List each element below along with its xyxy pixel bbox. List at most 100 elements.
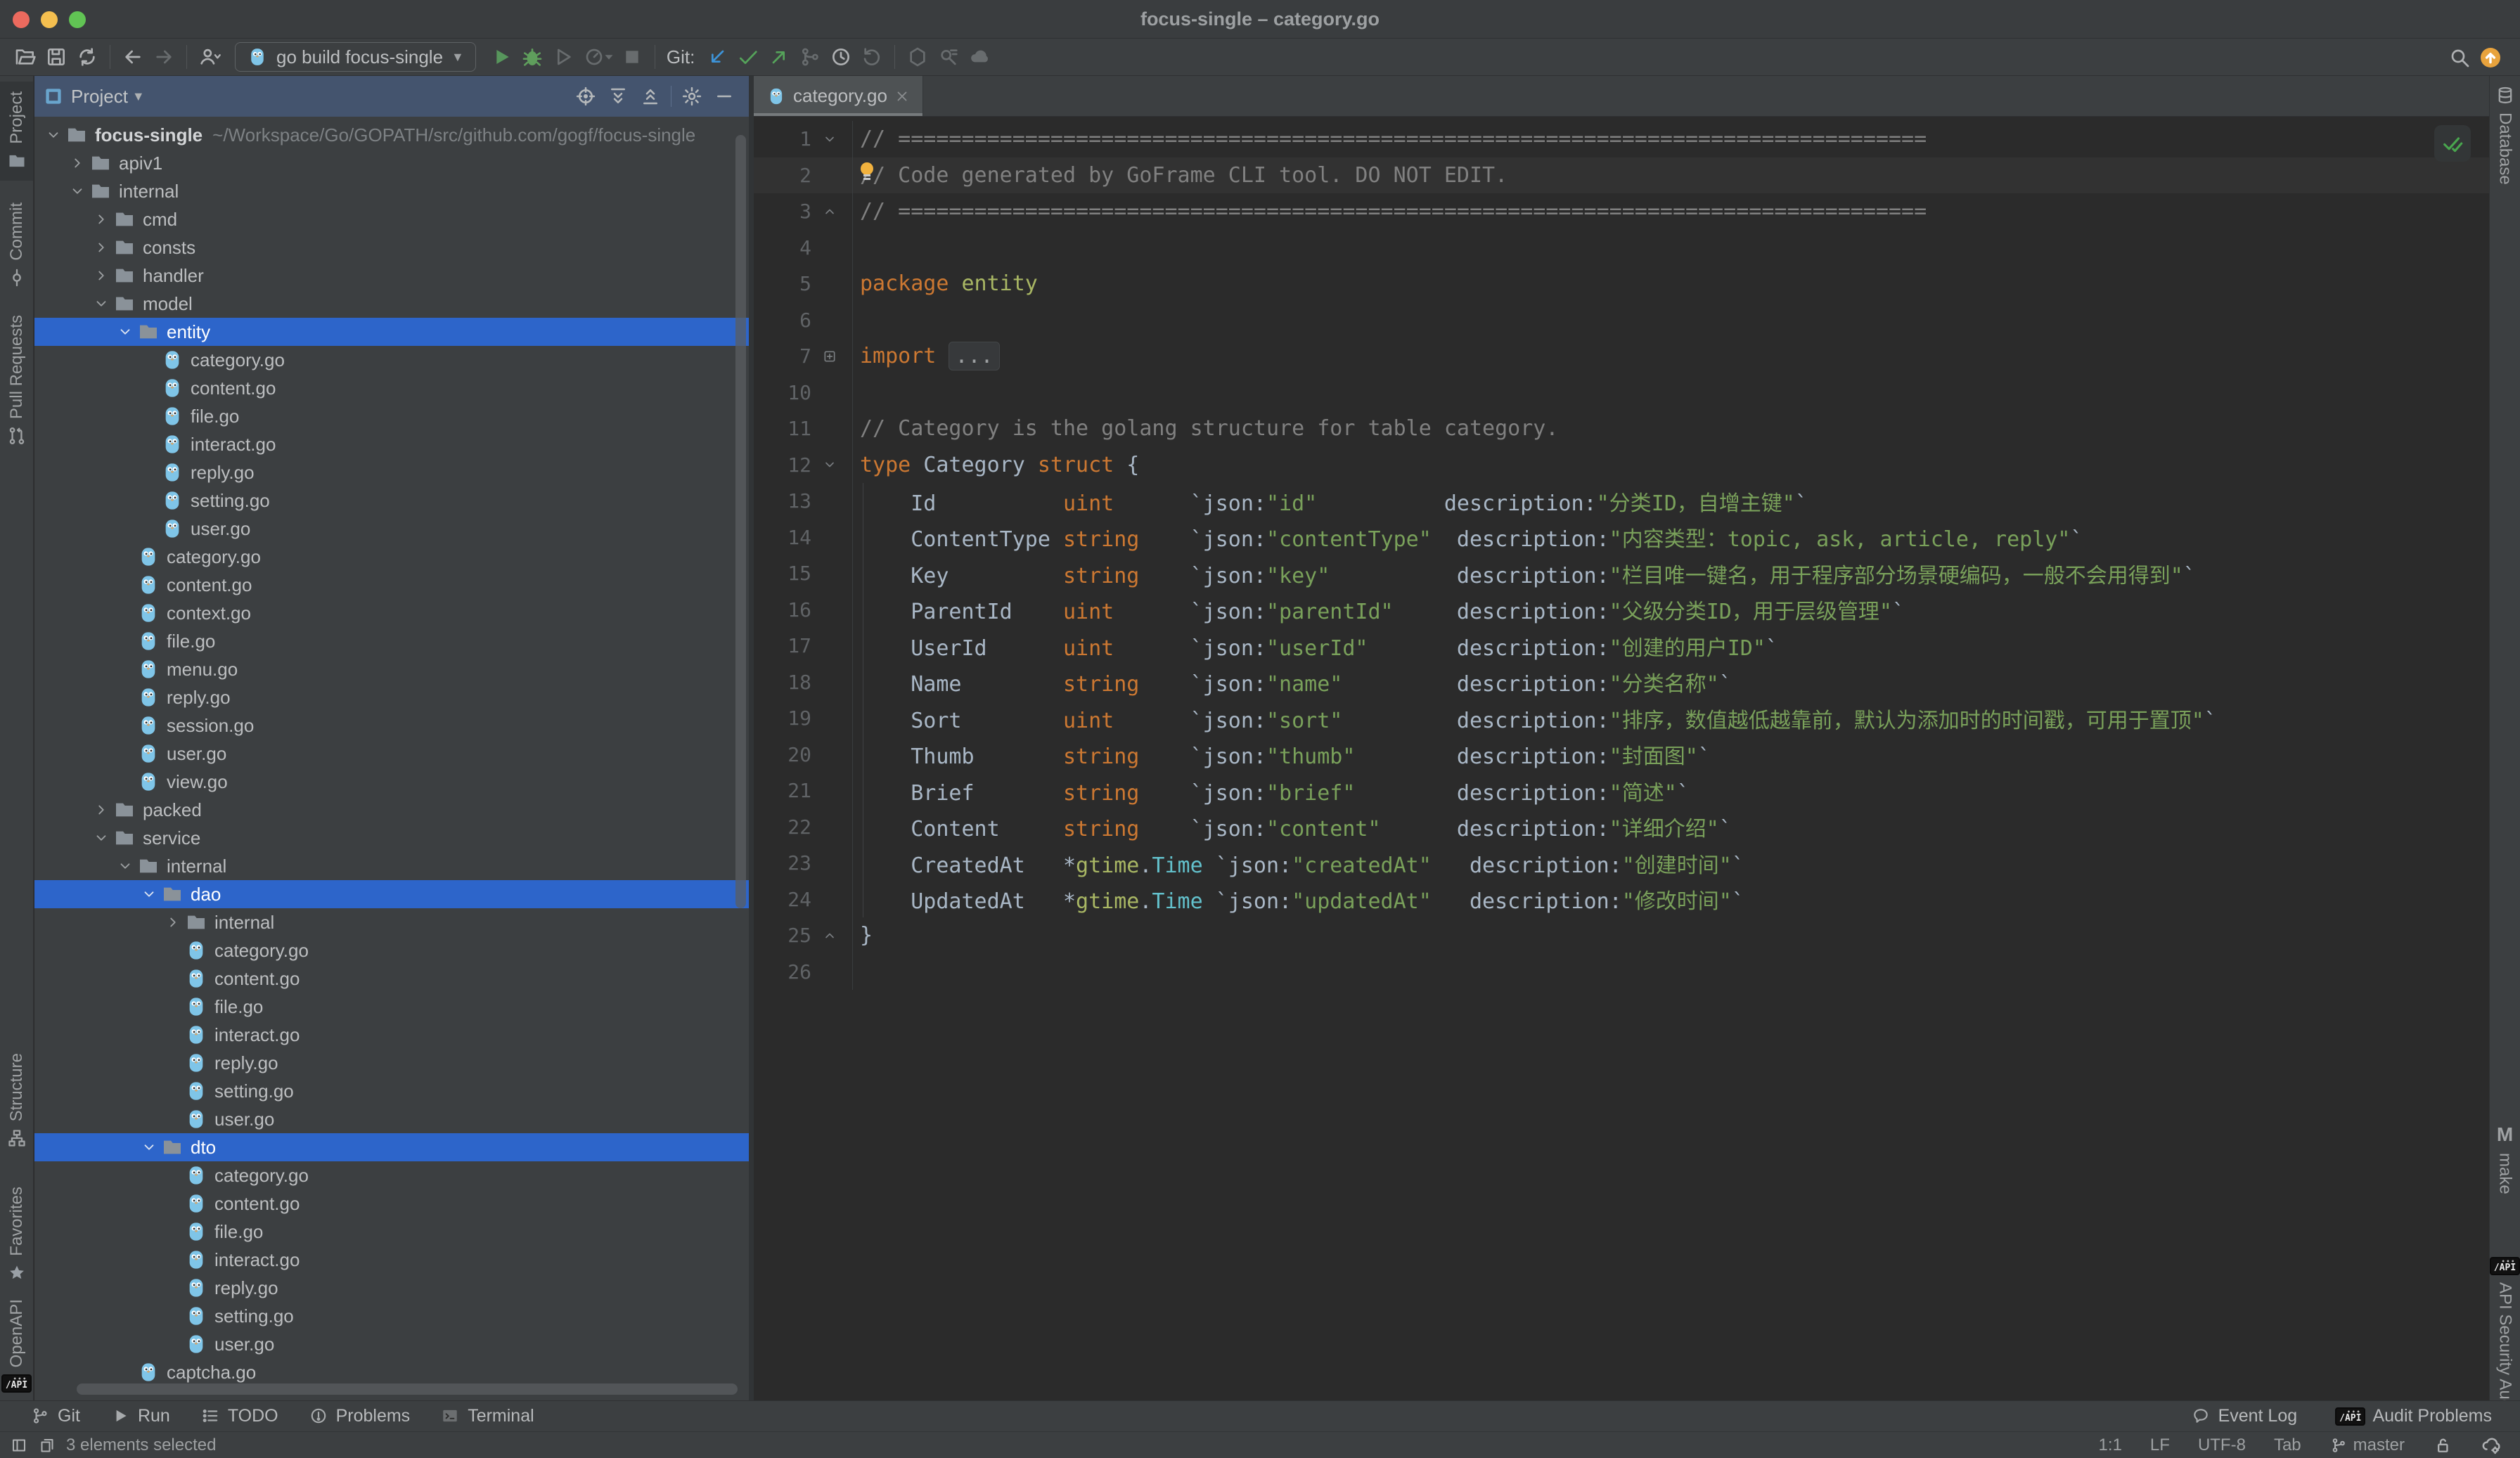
tree-row-packed[interactable]: packed (34, 796, 749, 824)
tree-row-content-go[interactable]: content.go (34, 571, 749, 599)
git-update-icon[interactable] (702, 41, 733, 72)
chevron-right-icon[interactable] (89, 268, 113, 283)
tree-row-focus-single[interactable]: focus-single~/Workspace/Go/GOPATH/src/gi… (34, 121, 749, 149)
code-line-11[interactable]: 11// Category is the golang structure fo… (754, 411, 2489, 447)
tool-window-button-structure[interactable]: Structure (0, 1053, 33, 1148)
fold-marker-icon[interactable] (811, 205, 848, 219)
tool-window-button-make[interactable]: Mmake (2490, 1123, 2520, 1194)
code-line-22[interactable]: 22 Content string `json:"content" descri… (754, 809, 2489, 846)
code-line-4[interactable]: 4 (754, 230, 2489, 266)
tool-window-button-database[interactable]: Database (2490, 86, 2520, 185)
cloud-settings-icon[interactable] (2481, 1435, 2502, 1456)
tree-row-setting-go[interactable]: setting.go (34, 1077, 749, 1105)
tree-row-user-go[interactable]: user.go (34, 1105, 749, 1133)
code-line-19[interactable]: 19 Sort uint `json:"sort" description:"排… (754, 700, 2489, 737)
code-line-12[interactable]: 12type Category struct { (754, 447, 2489, 484)
chevron-down-icon[interactable] (113, 324, 137, 340)
tree-row-internal[interactable]: internal (34, 908, 749, 936)
tool-window-switcher-icon[interactable] (10, 1436, 28, 1454)
tree-row-user-go[interactable]: user.go (34, 1330, 749, 1358)
code-line-15[interactable]: 15 Key string `json:"key" description:"栏… (754, 555, 2489, 592)
locate-file-icon[interactable] (570, 81, 602, 112)
tree-row-model[interactable]: model (34, 290, 749, 318)
indent-style[interactable]: Tab (2274, 1436, 2301, 1455)
code-line-10[interactable]: 10 (754, 375, 2489, 411)
cloud-icon[interactable] (964, 41, 995, 72)
tool-window-button-todo[interactable]: TODO (201, 1406, 278, 1426)
chevron-down-icon[interactable] (89, 296, 113, 311)
tool-window-button-favorites[interactable]: Favorites (0, 1187, 33, 1283)
tree-row-setting-go[interactable]: setting.go (34, 486, 749, 515)
chevron-right-icon[interactable] (89, 212, 113, 227)
tree-row-view-go[interactable]: view.go (34, 768, 749, 796)
tool-window-button-openapi[interactable]: OpenAPI•••/API (0, 1299, 33, 1393)
tree-row-handler[interactable]: handler (34, 262, 749, 290)
tree-row-interact-go[interactable]: interact.go (34, 1246, 749, 1274)
collapse-all-icon[interactable] (634, 81, 667, 112)
tree-row-interact-go[interactable]: interact.go (34, 430, 749, 458)
forward-icon[interactable] (148, 41, 179, 72)
code-line-18[interactable]: 18 Name string `json:"name" description:… (754, 664, 2489, 701)
tool-window-button-run[interactable]: Run (111, 1406, 170, 1426)
code-line-1[interactable]: 1// ====================================… (754, 121, 2489, 157)
file-encoding[interactable]: UTF-8 (2198, 1436, 2246, 1455)
tree-row-category-go[interactable]: category.go (34, 346, 749, 374)
tree-row-internal[interactable]: internal (34, 852, 749, 880)
tree-row-category-go[interactable]: category.go (34, 1161, 749, 1189)
editor-tab-category-go[interactable]: category.go (754, 76, 923, 116)
code-line-17[interactable]: 17 UserId uint `json:"userId" descriptio… (754, 628, 2489, 664)
tree-row-cmd[interactable]: cmd (34, 205, 749, 233)
run-configuration-select[interactable]: go build focus-single ▼ (235, 42, 476, 72)
chevron-down-icon[interactable] (137, 1140, 161, 1155)
tool-window-button-git[interactable]: Git (31, 1406, 80, 1426)
chevron-right-icon[interactable] (89, 240, 113, 255)
tool-window-button-api-security-audit[interactable]: •••/APIAPI Security Audit (2490, 1257, 2520, 1417)
code-line-16[interactable]: 16 ParentId uint `json:"parentId" descri… (754, 592, 2489, 628)
gear-icon[interactable] (676, 81, 708, 112)
chevron-down-icon[interactable]: ▼ (132, 89, 145, 104)
rollback-icon[interactable] (856, 41, 887, 72)
run-button[interactable] (486, 41, 517, 72)
chevron-down-icon[interactable] (65, 183, 89, 199)
chevron-down-icon[interactable] (113, 858, 137, 874)
intention-bulb-icon[interactable] (858, 162, 876, 181)
project-panel-title[interactable]: Project (71, 86, 128, 108)
tree-row-category-go[interactable]: category.go (34, 936, 749, 965)
code-line-26[interactable]: 26 (754, 954, 2489, 991)
hexagon-icon[interactable] (902, 41, 933, 72)
tree-row-service[interactable]: service (34, 824, 749, 852)
code-line-24[interactable]: 24 UpdatedAt *gtime.Time `json:"updatedA… (754, 882, 2489, 918)
history-icon[interactable] (825, 41, 856, 72)
status-widget-audit-problems[interactable]: •••/APIAudit Problems (2335, 1406, 2492, 1426)
stop-button[interactable] (617, 41, 648, 72)
sync-icon[interactable] (72, 41, 103, 72)
chevron-right-icon[interactable] (65, 155, 89, 171)
git-branch-widget[interactable]: master (2329, 1436, 2405, 1455)
tree-row-internal[interactable]: internal (34, 177, 749, 205)
git-push-icon[interactable] (764, 41, 795, 72)
code-editor[interactable]: 1// ====================================… (754, 117, 2489, 1400)
tree-row-file-go[interactable]: file.go (34, 993, 749, 1021)
code-line-20[interactable]: 20 Thumb string `json:"thumb" descriptio… (754, 737, 2489, 773)
tree-row-setting-go[interactable]: setting.go (34, 1302, 749, 1330)
tree-row-content-go[interactable]: content.go (34, 965, 749, 993)
tree-row-file-go[interactable]: file.go (34, 1218, 749, 1246)
tree-row-apiv1[interactable]: apiv1 (34, 149, 749, 177)
tree-row-session-go[interactable]: session.go (34, 711, 749, 740)
chevron-down-icon[interactable] (89, 830, 113, 846)
caret-position[interactable]: 1:1 (2099, 1436, 2122, 1455)
tree-row-menu-go[interactable]: menu.go (34, 655, 749, 683)
tree-row-user-go[interactable]: user.go (34, 740, 749, 768)
tree-row-captcha-go[interactable]: captcha.go (34, 1358, 749, 1386)
chevron-down-icon[interactable] (41, 127, 65, 143)
tree-horizontal-scrollbar[interactable] (77, 1383, 738, 1395)
lock-open-icon[interactable] (2433, 1436, 2452, 1455)
tree-row-user-go[interactable]: user.go (34, 515, 749, 543)
tool-window-button-pull-requests[interactable]: Pull Requests (0, 315, 33, 446)
tree-row-entity[interactable]: entity (34, 318, 749, 346)
tree-row-content-go[interactable]: content.go (34, 374, 749, 402)
code-line-25[interactable]: 25} (754, 917, 2489, 954)
code-line-23[interactable]: 23 CreatedAt *gtime.Time `json:"createdA… (754, 845, 2489, 882)
git-commit-icon[interactable] (733, 41, 764, 72)
coverage-button[interactable] (548, 41, 579, 72)
